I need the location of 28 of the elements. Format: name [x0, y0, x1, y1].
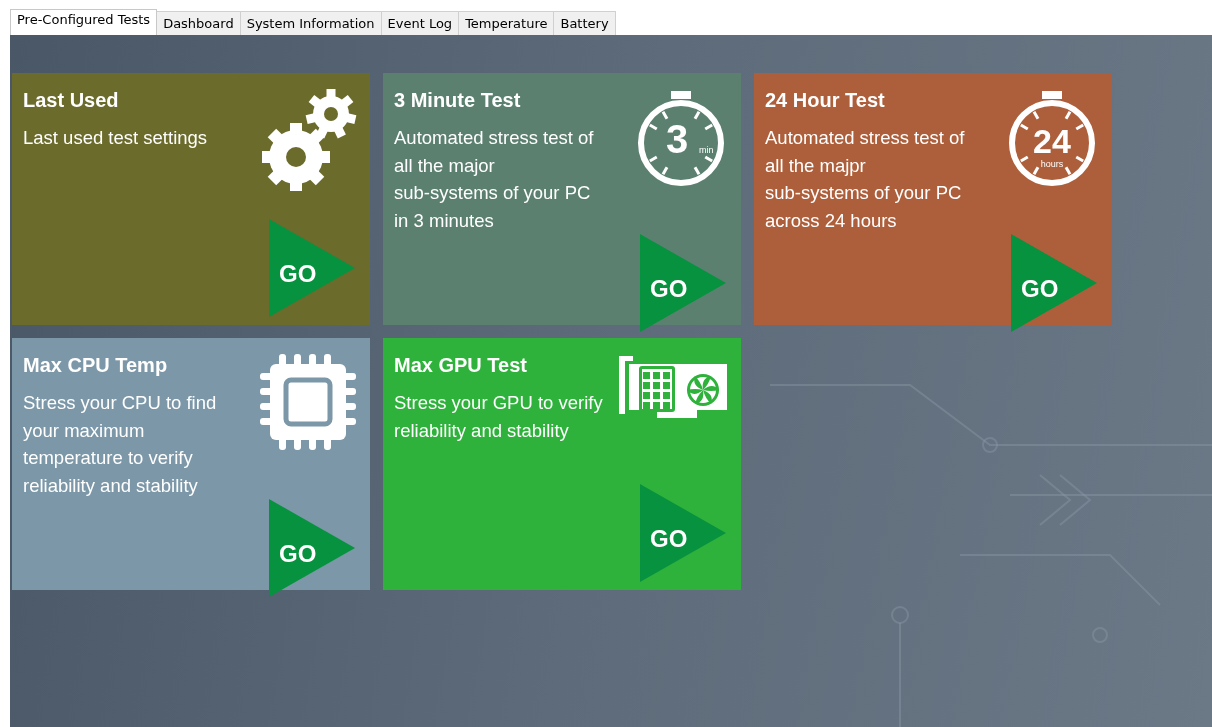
tab[interactable]: Event Log — [380, 11, 460, 35]
tab[interactable]: Pre-Configured Tests — [10, 9, 158, 35]
tile-description: Last used test settings — [23, 126, 208, 150]
stopwatch-number: 24 — [1033, 122, 1071, 160]
go-button[interactable]: GO — [1011, 234, 1097, 332]
stopwatch-icon — [638, 91, 724, 186]
stopwatch-unit: min — [699, 145, 714, 155]
tile-description: Automated stress test of all the majpr sub-systems of your PC across 24 hours — [765, 126, 965, 233]
tile-description: Stress your CPU to find your maximum temperature to verify reliability and stability — [23, 391, 217, 498]
go-button[interactable]: GO — [269, 499, 355, 597]
stopwatch-unit: hours — [1040, 159, 1064, 169]
tile-title: Last Used — [23, 89, 120, 112]
stopwatch-number: 3 — [665, 117, 689, 161]
tab[interactable]: Temperature — [458, 11, 555, 35]
go-button[interactable]: GO — [269, 219, 355, 317]
go-button[interactable]: GO — [640, 234, 726, 332]
tab[interactable]: System Information — [239, 11, 382, 35]
tile-title: Max CPU Temp — [23, 354, 169, 377]
cpu-chip-icon — [258, 352, 358, 452]
tab[interactable]: Dashboard — [156, 11, 241, 35]
tile-description: Automated stress test of all the major sub-systems of your PC in 3 minutes — [394, 126, 594, 233]
tile-title: 24 Hour Test — [765, 89, 886, 112]
tile-description: Stress your GPU to verify reliability and stability — [394, 391, 603, 443]
tile-title: Max GPU Test — [394, 354, 528, 377]
tab[interactable]: Battery — [553, 11, 616, 35]
stopwatch-icon — [1009, 91, 1095, 186]
go-button[interactable]: GO — [640, 484, 726, 582]
tile-title: 3 Minute Test — [394, 89, 522, 112]
